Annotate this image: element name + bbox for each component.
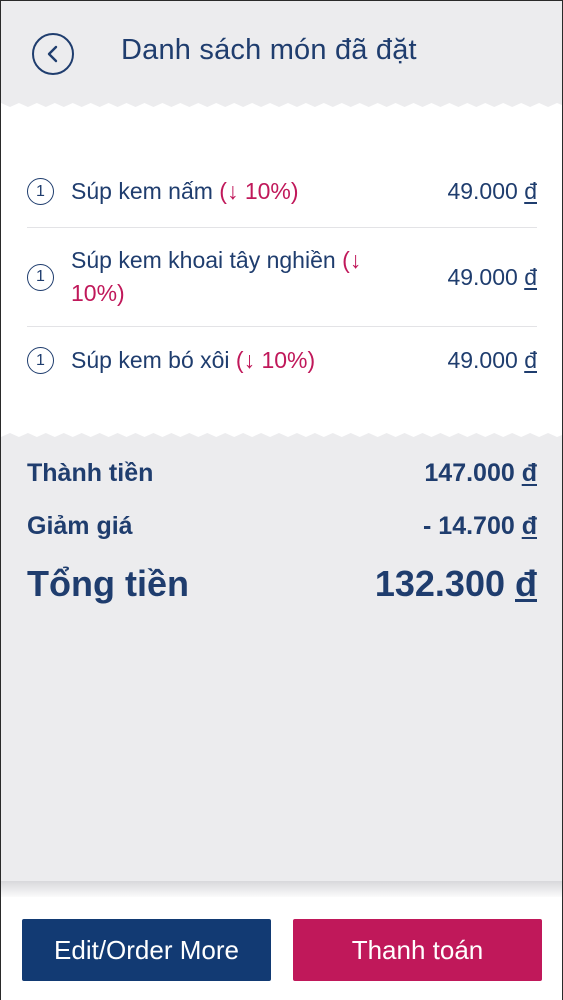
currency-symbol: đ: [524, 178, 537, 204]
order-item[interactable]: 1 Súp kem khoai tây nghiền (↓ 10%) 49.00…: [27, 244, 537, 310]
edit-order-more-button[interactable]: Edit/Order More: [22, 919, 271, 981]
currency-symbol: đ: [524, 347, 537, 373]
item-name: Súp kem khoai tây nghiền (↓ 10%): [71, 247, 362, 306]
currency-symbol: đ: [515, 563, 537, 604]
item-price: 49.000 đ: [447, 178, 537, 204]
discount-row: Giảm giá - 14.700 đ: [27, 512, 537, 541]
currency-symbol: đ: [521, 512, 537, 540]
page-title: Danh sách món đã đặt: [121, 34, 417, 66]
chevron-left-icon: [47, 45, 58, 63]
app-frame: Danh sách món đã đặt 1 Súp kem nấm (↓ 10…: [0, 0, 563, 1000]
order-item[interactable]: 1 Súp kem nấm (↓ 10%) 49.000 đ: [27, 175, 537, 208]
receipt-top-edge: [1, 99, 562, 107]
back-button[interactable]: [32, 33, 74, 75]
divider: [27, 227, 537, 228]
quantity-badge: 1: [27, 263, 54, 291]
total-value: 132.300 đ: [374, 563, 537, 604]
quantity-badge: 1: [27, 347, 54, 374]
discount-total-label: Giảm giá: [27, 512, 133, 540]
item-price: 49.000 đ: [447, 347, 537, 373]
total-row: Tổng tiền 132.300 đ: [27, 563, 537, 605]
quantity-badge: 1: [27, 178, 54, 205]
discount-total-value: - 14.700 đ: [423, 512, 537, 540]
order-item[interactable]: 1 Súp kem bó xôi (↓ 10%) 49.000 đ: [27, 344, 537, 377]
subtotal-row: Thành tiền 147.000 đ: [27, 459, 537, 488]
header: Danh sách món đã đặt: [1, 1, 562, 101]
currency-symbol: đ: [521, 459, 537, 487]
subtotal-label: Thành tiền: [27, 459, 154, 487]
item-price: 49.000 đ: [447, 263, 537, 290]
total-label: Tổng tiền: [27, 563, 189, 604]
receipt-bottom-edge: [1, 433, 562, 441]
currency-symbol: đ: [524, 263, 537, 290]
subtotal-value: 147.000 đ: [424, 459, 537, 487]
divider: [27, 326, 537, 327]
discount-label: (↓ 10%): [219, 178, 299, 204]
item-name: Súp kem bó xôi (↓ 10%): [71, 347, 316, 373]
item-name: Súp kem nấm (↓ 10%): [71, 178, 299, 204]
checkout-button[interactable]: Thanh toán: [293, 919, 542, 981]
discount-label: (↓ 10%): [235, 347, 316, 373]
